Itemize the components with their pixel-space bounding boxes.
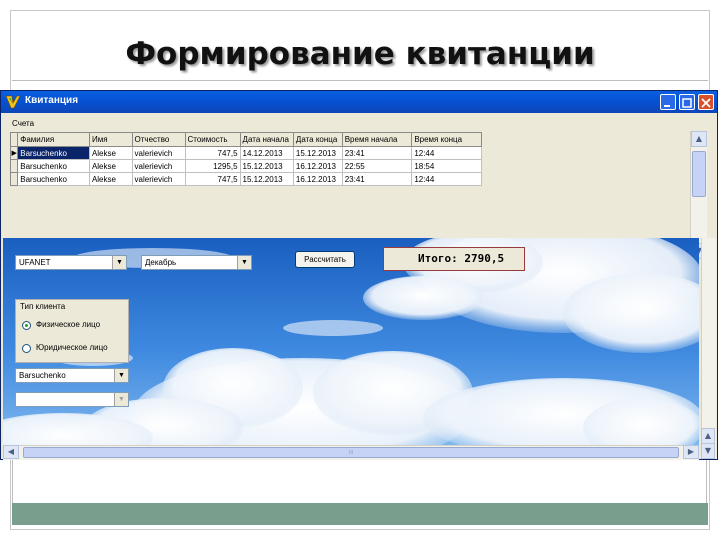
surname-combo-value: Barsuchenko [19, 371, 66, 380]
table-cell[interactable]: valerievich [131, 172, 186, 186]
window-title: Квитанция [25, 95, 79, 106]
close-icon [701, 98, 711, 108]
table-cell[interactable]: 18:54 [411, 159, 482, 173]
row-indicator [9, 159, 19, 173]
radio-unchecked-icon[interactable] [22, 344, 31, 353]
accounts-label: Счета [12, 119, 35, 128]
maximize-icon [682, 98, 692, 108]
table-cell[interactable]: Barsuchenko [17, 172, 90, 186]
table-cell[interactable]: 23:41 [341, 172, 413, 186]
calculate-button[interactable]: Рассчитать [295, 251, 355, 268]
maximize-button[interactable] [679, 94, 695, 110]
scroll-up-icon[interactable]: ▲ [691, 131, 707, 147]
row-indicator-icon: ▶ [9, 146, 19, 160]
slide-left-rule [12, 460, 13, 503]
scroll-thumb[interactable]: ⦙⦙⦙ [23, 447, 679, 458]
radio-legal[interactable]: Юридическое лицо [22, 343, 132, 355]
scroll-right-icon[interactable]: ▶ [683, 445, 699, 459]
accounts-panel: Счета Фамилия Имя Отчество Стоимость Дат… [6, 116, 707, 259]
column-header[interactable]: Дата начала [239, 132, 294, 147]
surname-combo[interactable]: Barsuchenko ▼ [15, 368, 129, 383]
client-type-group: Тип клиента Физическое лицо Юридическое … [15, 299, 129, 363]
indicator-header [9, 132, 19, 147]
table-cell[interactable]: 747,5 [184, 172, 241, 186]
table-cell[interactable]: 16.12.2013 [292, 159, 343, 173]
column-header[interactable]: Фамилия [17, 132, 90, 147]
table-cell[interactable]: 14.12.2013 [239, 146, 294, 160]
month-combo-value: Декабрь [145, 258, 177, 267]
table-cell[interactable]: 16.12.2013 [292, 172, 343, 186]
table-cell[interactable]: 12:44 [411, 146, 482, 160]
table-cell[interactable]: 15.12.2013 [292, 146, 343, 160]
slide-right-rule [706, 460, 707, 503]
app-logo-icon [5, 95, 21, 109]
column-header[interactable]: Имя [88, 132, 133, 147]
table-cell[interactable]: 747,5 [184, 146, 241, 160]
column-header[interactable]: Отчество [131, 132, 186, 147]
title-divider [12, 80, 708, 81]
horizontal-scrollbar[interactable]: ◀ ⦙⦙⦙ ▶ [3, 445, 699, 460]
column-header[interactable]: Стоимость [184, 132, 241, 147]
scroll-left-icon[interactable]: ◀ [3, 445, 19, 459]
table-cell[interactable]: 15.12.2013 [239, 172, 294, 186]
table-cell[interactable]: valerievich [131, 159, 186, 173]
chevron-down-icon[interactable]: ▼ [114, 369, 128, 382]
table-cell[interactable]: valerievich [131, 146, 186, 160]
table-cell[interactable]: 15.12.2013 [239, 159, 294, 173]
accounts-grid[interactable]: Фамилия Имя Отчество Стоимость Дата нача… [9, 132, 482, 186]
table-row[interactable]: Barsuchenko Alekse valerievich 747,5 15.… [9, 172, 482, 186]
slide-footer-bar [12, 503, 708, 525]
table-cell[interactable]: Alekse [88, 172, 133, 186]
right-vertical-scrollbar[interactable]: ▲ ▼ [701, 238, 716, 459]
radio-legal-label[interactable]: Юридическое лицо [36, 343, 108, 352]
chevron-down-icon[interactable]: ▼ [112, 256, 126, 269]
table-cell[interactable]: Alekse [88, 159, 133, 173]
scroll-down-icon[interactable]: ▼ [701, 443, 715, 459]
minimize-button[interactable] [660, 94, 676, 110]
table-cell[interactable]: 23:41 [341, 146, 413, 160]
table-cell[interactable]: 1295,5 [184, 159, 241, 173]
column-header[interactable]: Время начала [341, 132, 413, 147]
radio-checked-icon[interactable] [22, 321, 31, 330]
table-row[interactable]: Barsuchenko Alekse valerievich 1295,5 15… [9, 159, 482, 173]
column-header[interactable]: Дата конца [292, 132, 343, 147]
table-cell[interactable]: 12:44 [411, 172, 482, 186]
minimize-icon [664, 105, 670, 107]
radio-physical-label[interactable]: Физическое лицо [36, 320, 100, 329]
table-cell[interactable]: 22:55 [341, 159, 413, 173]
chevron-down-icon[interactable]: ▼ [237, 256, 251, 269]
chevron-down-icon[interactable]: ▼ [114, 393, 128, 406]
sky-background: UFANET ▼ Декабрь ▼ Рассчитать Итого: 279… [3, 238, 699, 445]
grip-icon: ⦙⦙⦙ [348, 449, 354, 456]
table-cell[interactable]: Barsuchenko [17, 146, 90, 160]
slide-title: Формирование квитанции [125, 36, 595, 72]
scroll-up-icon[interactable]: ▲ [701, 428, 715, 444]
client-type-title: Тип клиента [20, 302, 66, 311]
scroll-thumb[interactable] [692, 151, 706, 197]
row-indicator [9, 172, 19, 186]
radio-physical[interactable]: Физическое лицо [22, 320, 132, 332]
grid-header-row: Фамилия Имя Отчество Стоимость Дата нача… [9, 132, 482, 147]
close-button[interactable] [698, 94, 714, 110]
provider-combo-value: UFANET [19, 258, 51, 267]
total-display: Итого: 2790,5 [383, 247, 525, 271]
table-cell[interactable]: Alekse [88, 146, 133, 160]
empty-combo[interactable]: ▼ [15, 392, 129, 407]
window-titlebar[interactable]: Квитанция [1, 91, 717, 113]
table-cell[interactable]: Barsuchenko [17, 159, 90, 173]
app-window: Квитанция Счета Фамилия Имя Отчество Сто… [0, 90, 718, 460]
table-row[interactable]: ▶ Barsuchenko Alekse valerievich 747,5 1… [9, 146, 482, 160]
column-header[interactable]: Время конца [411, 132, 482, 147]
provider-combo[interactable]: UFANET ▼ [15, 255, 127, 270]
month-combo[interactable]: Декабрь ▼ [141, 255, 252, 270]
